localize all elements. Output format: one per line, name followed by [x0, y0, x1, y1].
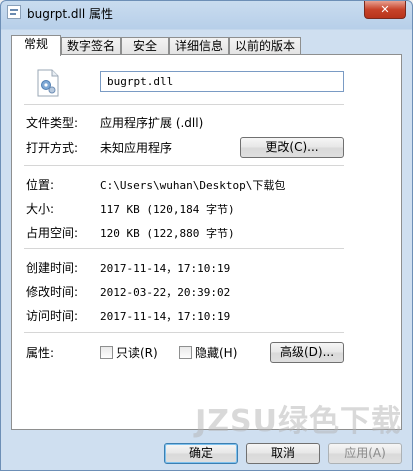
- location-value: C:\Users\wuhan\Desktop\下载包: [100, 179, 286, 192]
- size-value: 117 KB (120,184 字节): [100, 203, 235, 216]
- accessed-label: 访问时间:: [26, 309, 79, 323]
- readonly-checkbox[interactable]: [100, 346, 113, 359]
- file-type-value: 应用程序扩展 (.dll): [100, 116, 204, 130]
- attributes-label: 属性:: [26, 346, 55, 360]
- divider: [24, 248, 344, 249]
- close-button[interactable]: ✕: [364, 1, 406, 19]
- general-panel: bugrpt.dll 文件类型: 应用程序扩展 (.dll) 打开方式: 未知应…: [11, 54, 402, 430]
- disk-size-label: 占用空间:: [26, 226, 79, 240]
- divider: [24, 165, 344, 166]
- open-with-value: 未知应用程序: [100, 141, 173, 155]
- divider: [24, 104, 344, 105]
- hidden-checkbox[interactable]: [179, 346, 192, 359]
- created-value: 2017-11-14，17:10:19: [100, 262, 231, 275]
- dll-file-icon: [37, 69, 59, 97]
- modified-value: 2012-03-22，20:39:02: [100, 286, 231, 299]
- tab-general[interactable]: 常规: [11, 35, 61, 56]
- location-label: 位置:: [26, 178, 55, 192]
- tab-security[interactable]: 安全: [121, 37, 169, 55]
- created-label: 创建时间:: [26, 261, 79, 275]
- title-bar[interactable]: bugrpt.dll 属性 ✕: [1, 1, 412, 25]
- tab-details[interactable]: 详细信息: [169, 37, 229, 55]
- watermark-logo: JZSU绿色下载: [195, 404, 402, 439]
- file-type-label: 文件类型:: [26, 116, 79, 130]
- divider: [24, 332, 344, 333]
- window-title: bugrpt.dll 属性: [27, 7, 114, 21]
- tab-previous-versions[interactable]: 以前的版本: [229, 37, 301, 55]
- cancel-button[interactable]: 取消: [246, 443, 320, 464]
- readonly-label[interactable]: 只读(R): [116, 344, 158, 361]
- apply-button[interactable]: 应用(A): [328, 443, 402, 464]
- open-with-label: 打开方式:: [26, 141, 79, 155]
- hidden-label[interactable]: 隐藏(H): [195, 344, 237, 361]
- ok-button[interactable]: 确定: [164, 443, 238, 464]
- change-button[interactable]: 更改(C)...: [240, 137, 344, 158]
- accessed-value: 2017-11-14，17:10:19: [100, 310, 231, 323]
- disk-size-value: 120 KB (122,880 字节): [100, 227, 235, 240]
- document-icon: [7, 5, 21, 19]
- advanced-button[interactable]: 高级(D)...: [270, 342, 344, 363]
- file-name-input[interactable]: bugrpt.dll: [100, 71, 344, 92]
- size-label: 大小:: [26, 202, 55, 216]
- properties-window: bugrpt.dll 属性 ✕ 常规 数字签名 安全 详细信息 以前的版本 bu…: [0, 0, 413, 471]
- modified-label: 修改时间:: [26, 285, 79, 299]
- tab-digital-signatures[interactable]: 数字签名: [61, 37, 121, 55]
